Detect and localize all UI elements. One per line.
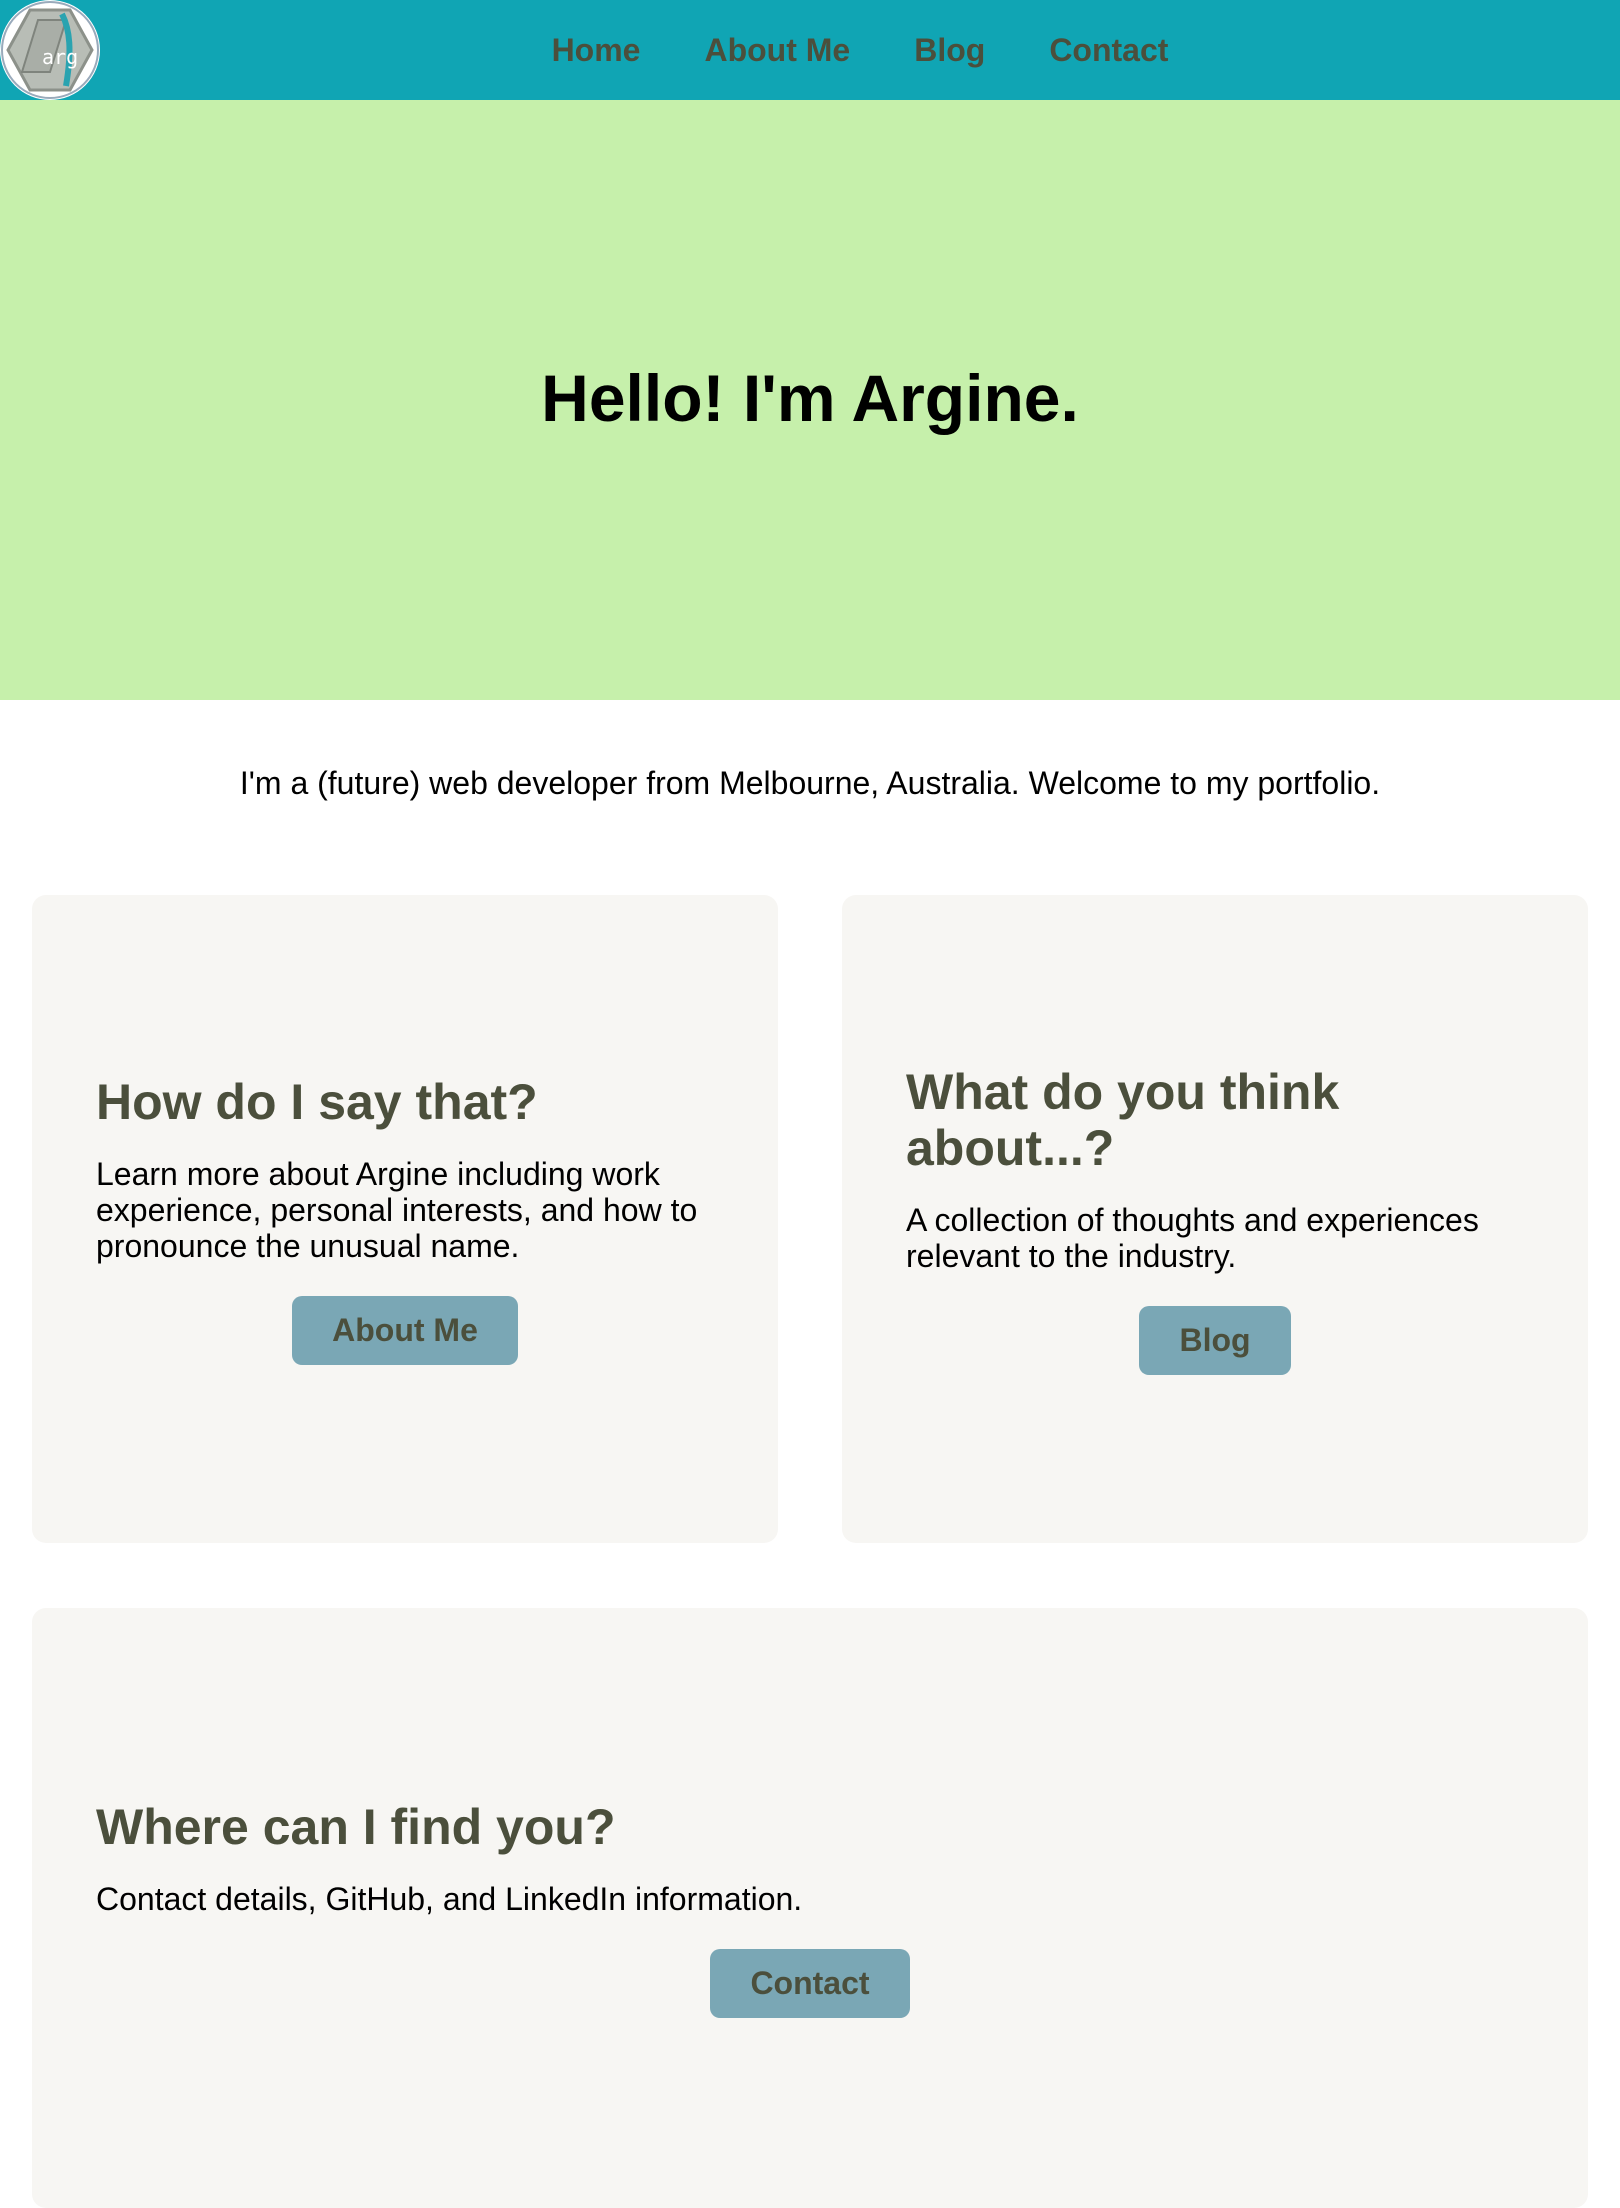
hero-banner: Hello! I'm Argine. [0,100,1620,700]
contact-card-body: Contact details, GitHub, and LinkedIn in… [96,1880,803,1917]
main-nav: Home About Me Blog Contact [0,0,1620,100]
contact-card-title: Where can I find you? [96,1798,616,1855]
cards-row: How do I say that? Learn more about Argi… [32,895,1588,1543]
about-card: How do I say that? Learn more about Argi… [32,895,778,1543]
contact-button-wrap: Contact [96,1948,1524,2018]
about-card-body: Learn more about Argine including work e… [96,1155,698,1264]
contact-button[interactable]: Contact [710,1948,910,2018]
blog-button[interactable]: Blog [1139,1305,1291,1375]
blog-button-wrap: Blog [906,1305,1524,1375]
blog-card-body: A collection of thoughts and experiences… [906,1201,1479,1274]
about-button-wrap: About Me [96,1295,714,1365]
nav-about-me[interactable]: About Me [704,32,850,69]
nav-contact[interactable]: Contact [1049,32,1168,69]
intro-text: I'm a (future) web developer from Melbou… [239,765,1381,801]
nav-blog[interactable]: Blog [914,32,985,69]
blog-card: What do you think about...? A collection… [842,895,1588,1543]
site-header: arg Home About Me Blog Contact [0,0,1620,100]
about-card-title: How do I say that? [96,1073,538,1130]
nav-home[interactable]: Home [552,32,641,69]
about-me-button[interactable]: About Me [292,1295,518,1365]
contact-card: Where can I find you? Contact details, G… [32,1608,1588,2208]
blog-card-title: What do you think about...? [906,1063,1340,1176]
hero-title: Hello! I'm Argine. [541,361,1079,435]
